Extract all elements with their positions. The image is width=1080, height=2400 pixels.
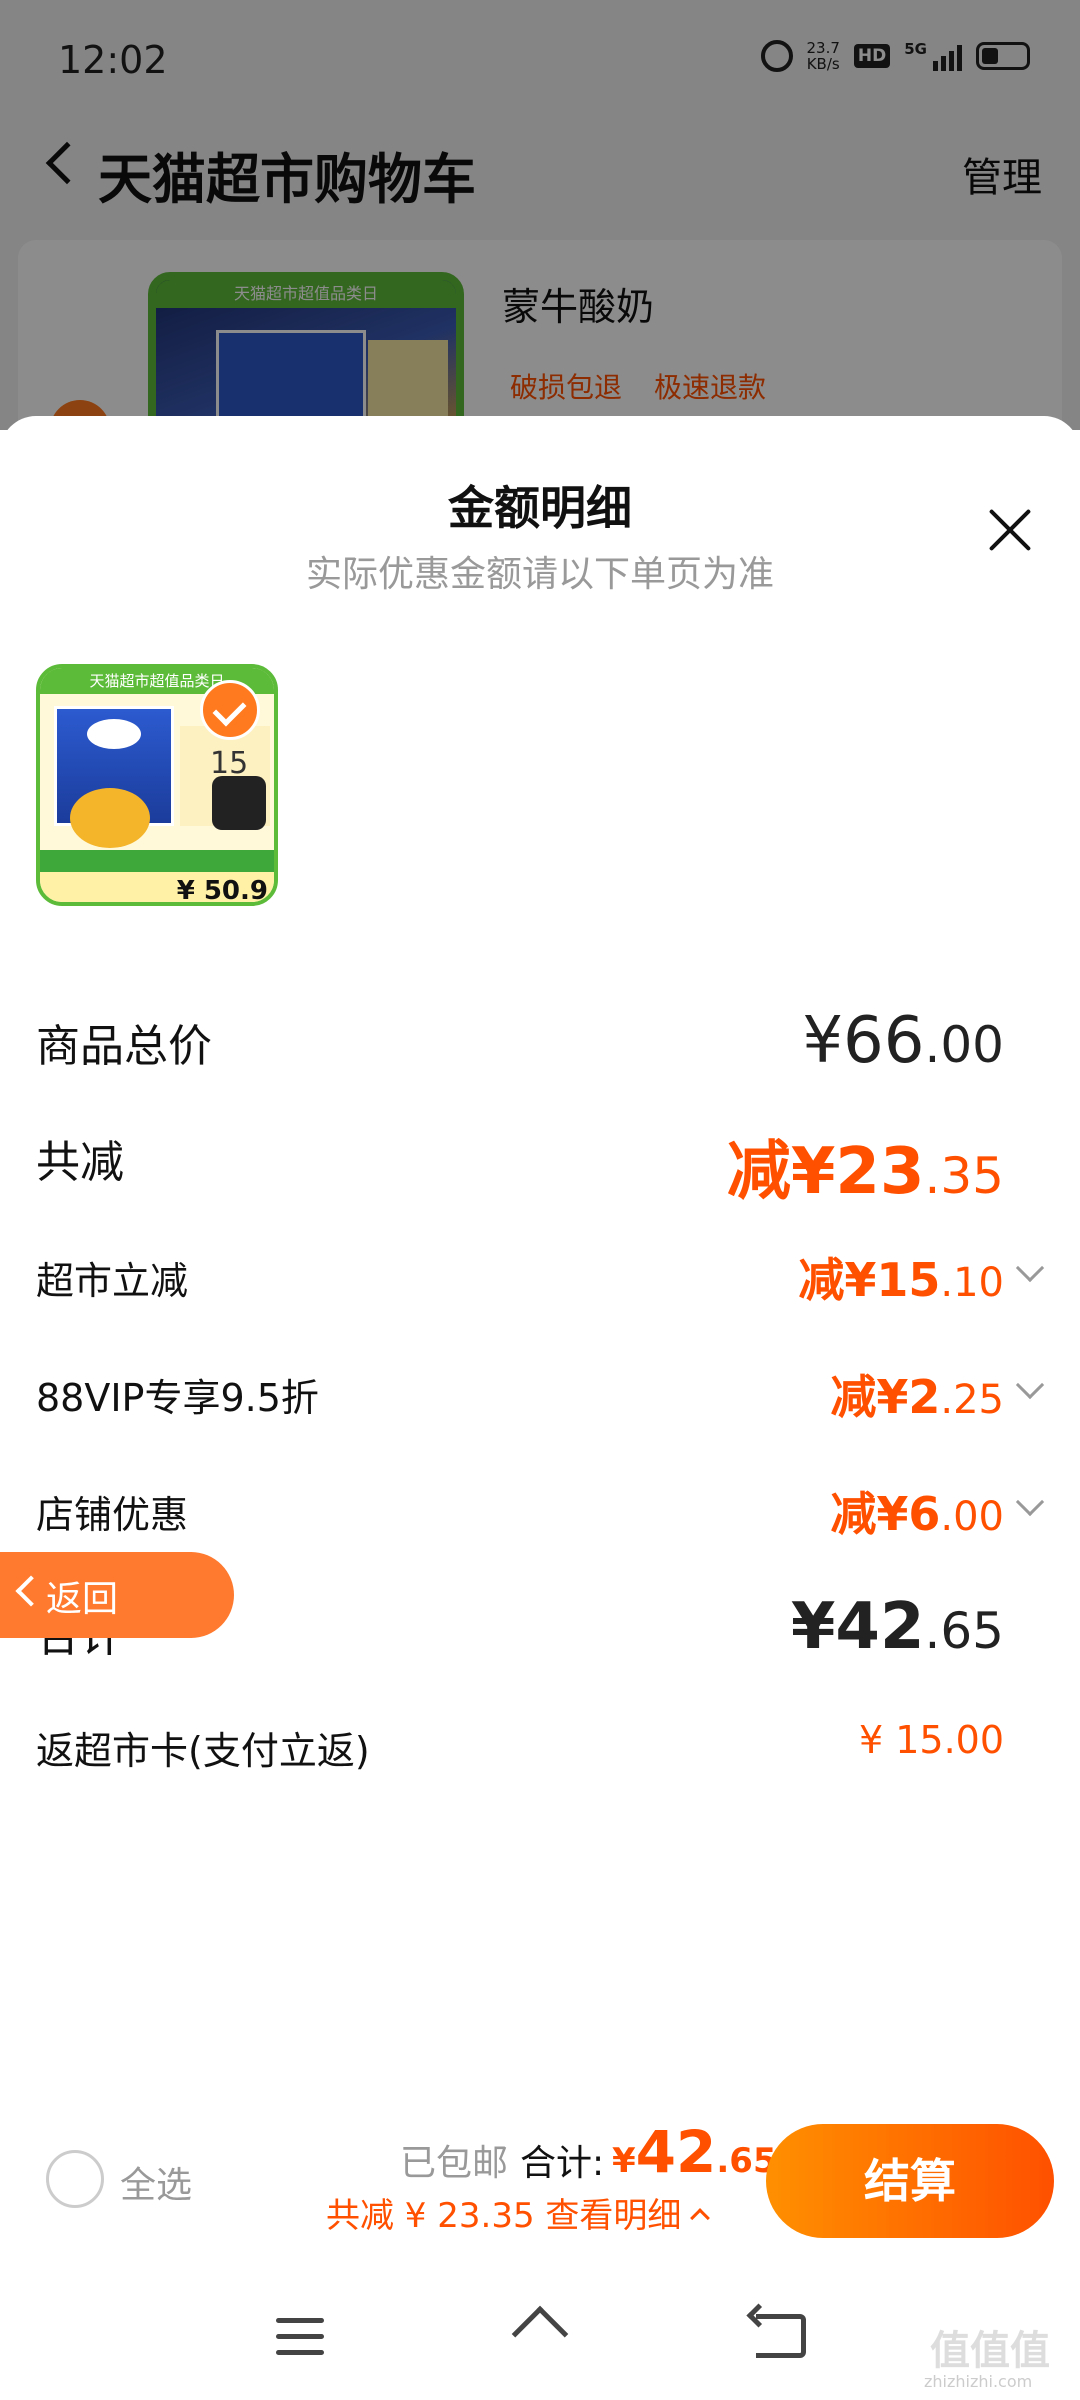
market-reduce-label: 超市立减 — [36, 1259, 189, 1303]
back-nav-icon[interactable] — [756, 2314, 806, 2358]
dim-overlay[interactable] — [0, 0, 1080, 430]
view-detail-link[interactable]: 共减 ¥ 23.35 查看明细 — [326, 2188, 711, 2237]
market-reduce-value[interactable]: 减¥15.10 — [798, 1244, 1004, 1310]
checkout-sum-price: ¥42.65 — [612, 2118, 777, 2186]
vip-reduce-label: 88VIP专享9.5折 — [36, 1376, 319, 1420]
watermark: 值值值 — [930, 2328, 1050, 2374]
select-all-radio[interactable] — [46, 2150, 104, 2208]
sum-value: ¥42.65 — [790, 1590, 1004, 1664]
close-icon[interactable] — [988, 508, 1032, 552]
tmall-cat-icon — [212, 776, 266, 830]
shop-reduce-value[interactable]: 减¥6.00 — [830, 1478, 1004, 1544]
card-return-label: 返超市卡(支付立返) — [36, 1729, 370, 1773]
thumb-price: ¥ 50.9 — [176, 876, 268, 906]
total-reduce-value: 减¥23.35 — [726, 1135, 1004, 1209]
floating-back-button[interactable]: 返回 — [0, 1552, 234, 1638]
free-shipping-text: 已包邮 — [400, 2143, 509, 2184]
checkout-button[interactable]: 结算 — [766, 2124, 1054, 2238]
menu-icon[interactable] — [276, 2318, 324, 2356]
chevron-left-icon — [15, 1575, 47, 1607]
select-all-label[interactable]: 全选 — [120, 2156, 192, 2208]
shop-reduce-label: 店铺优惠 — [36, 1493, 189, 1537]
checkout-sum-label: 合计: — [520, 2143, 605, 2184]
goods-total-value: ¥66.00 — [802, 1004, 1004, 1078]
goods-total-label: 商品总价 — [36, 1021, 212, 1072]
fruit-image — [70, 788, 150, 848]
watermark-sub: zhizhizhi.com — [924, 2372, 1033, 2391]
check-icon — [200, 680, 260, 740]
total-reduce-label: 共减 — [36, 1137, 124, 1188]
home-icon[interactable] — [511, 2305, 569, 2363]
sheet-subtitle: 实际优惠金额请以下单页为准 — [305, 554, 774, 595]
sheet-title: 金额明细 — [448, 481, 632, 535]
vip-reduce-value[interactable]: 减¥2.25 — [830, 1361, 1004, 1427]
thumb-bottom-band — [40, 850, 274, 872]
floating-back-label: 返回 — [46, 1579, 119, 1620]
card-return-value: ¥ 15.00 — [858, 1718, 1004, 1762]
chevron-up-icon — [690, 2207, 711, 2228]
